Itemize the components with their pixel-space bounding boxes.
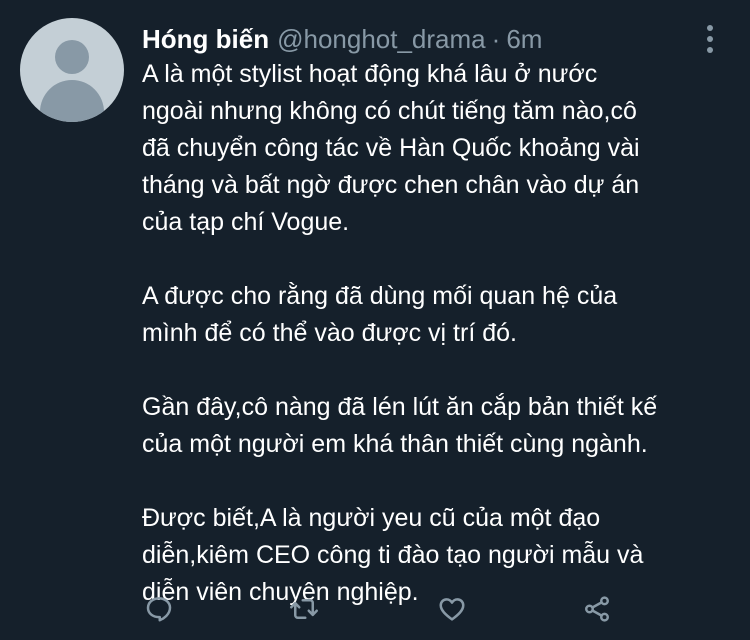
tweet-line: Gần đây,cô nàng đã lén lút ăn cắp bản th… (142, 393, 658, 421)
tweet-timestamp[interactable]: 6m (506, 22, 542, 56)
author-handle[interactable]: @honghot_drama (277, 22, 486, 56)
tweet[interactable]: Hóng biến @honghot_drama · 6m A là một s… (0, 0, 750, 640)
tweet-line: mình để có thể vào được vị trí đó. (142, 319, 517, 347)
tweet-text: A là một stylist hoạt động khá lâu ở nướ… (142, 56, 738, 611)
like-button[interactable] (433, 590, 471, 628)
tweet-paragraph: A được cho rằng đã dùng mối quan hệ của … (142, 278, 738, 352)
retweet-button[interactable] (285, 590, 323, 628)
tweet-line: diễn,kiêm CEO công ti đào tạo người mẫu … (142, 541, 644, 569)
reply-button[interactable] (140, 590, 178, 628)
tweet-line: của tạp chí Vogue. (142, 208, 350, 236)
tweet-line: tháng và bất ngờ được chen chân vào dự á… (142, 171, 640, 199)
tweet-header: Hóng biến @honghot_drama · 6m (142, 22, 542, 56)
reply-icon (146, 597, 172, 622)
retweet-icon (290, 599, 318, 619)
avatar-shoulders (40, 80, 104, 122)
tweet-line: A được cho rằng đã dùng mối quan hệ của (142, 282, 618, 310)
share-button[interactable] (578, 590, 616, 628)
tweet-line: của một người em khá thân thiết cùng ngà… (142, 430, 648, 458)
heart-icon (439, 598, 465, 621)
header-separator: · (491, 24, 501, 54)
more-dot (707, 25, 713, 31)
more-options-icon[interactable] (700, 22, 720, 56)
tweet-paragraph: A là một stylist hoạt động khá lâu ở nướ… (142, 56, 738, 241)
more-dot (707, 36, 713, 42)
avatar-head (55, 40, 89, 74)
tweet-actions (142, 590, 632, 628)
tweet-line: Được biết,A là người yeu cũ của một đạo (142, 504, 601, 532)
tweet-paragraph: Gần đây,cô nàng đã lén lút ăn cắp bản th… (142, 389, 738, 463)
author-display-name[interactable]: Hóng biến (142, 22, 269, 56)
tweet-line: ngoài nhưng không có chút tiếng tăm nào,… (142, 97, 637, 125)
more-dot (707, 47, 713, 53)
share-icon (585, 596, 609, 622)
tweet-line: đã chuyển công tác về Hàn Quốc khoảng và… (142, 134, 640, 162)
tweet-line: A là một stylist hoạt động khá lâu ở nướ… (142, 60, 598, 88)
avatar[interactable] (20, 18, 124, 122)
